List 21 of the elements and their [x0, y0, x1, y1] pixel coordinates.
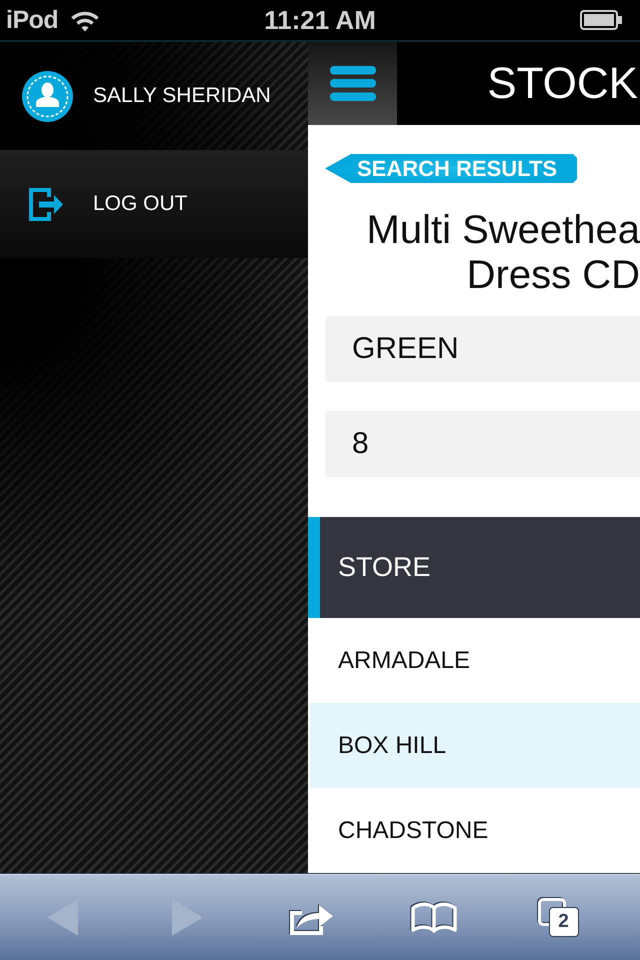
select-field[interactable]: GREEN [325, 316, 640, 382]
table-cell: CHADSTONE [338, 818, 488, 842]
logout-menu-item[interactable]: LOG OUT [0, 150, 308, 258]
table-cell: ARMADALE [338, 648, 470, 672]
select-field[interactable]: 8 [325, 411, 640, 477]
carrier-name: iPod [6, 6, 58, 34]
book-icon[interactable] [411, 900, 458, 934]
wifi-icon [70, 8, 100, 32]
product-title: Multi Sweethea Dress CD [366, 208, 640, 298]
avatar-icon [22, 70, 73, 122]
page-title: STOCK [487, 58, 639, 108]
user-name: SALLY SHERIDAN [93, 84, 271, 108]
table-cell: BOX HILL [338, 734, 446, 758]
logout-icon [28, 186, 64, 222]
tab-count-badge: 2 [548, 906, 578, 936]
menu-button[interactable] [308, 42, 397, 125]
menu-icon [330, 66, 376, 101]
battery-icon [580, 10, 622, 30]
clock-time: 11:21 AM [264, 6, 376, 34]
column-header: STORE [338, 552, 431, 583]
table-row[interactable]: BOX HILL [310, 703, 640, 788]
